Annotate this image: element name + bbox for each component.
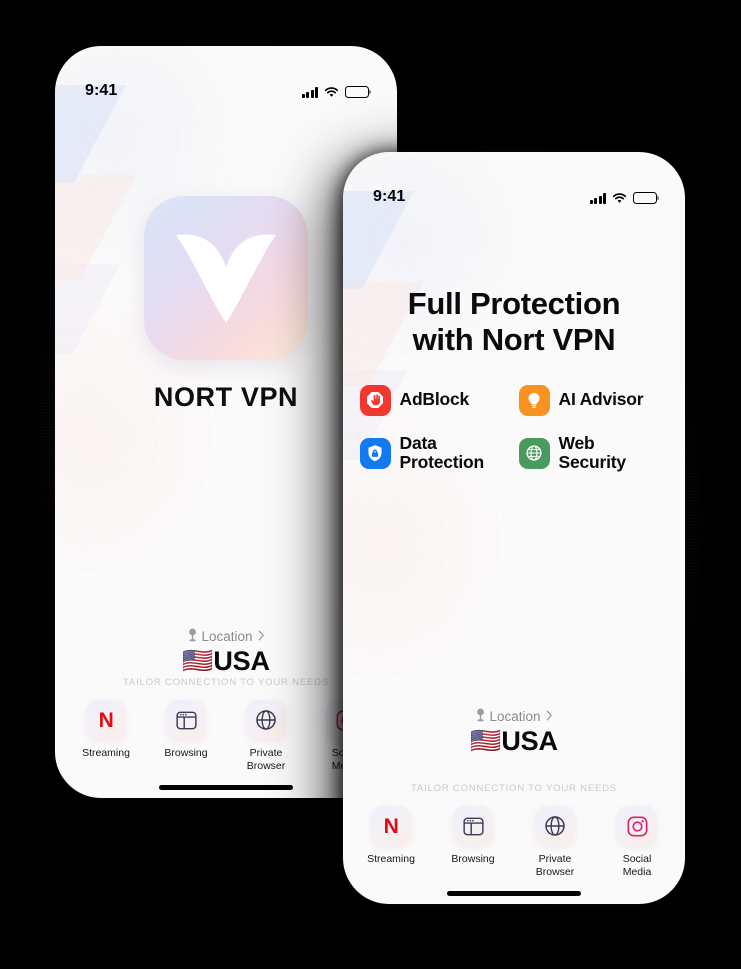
battery-full-icon	[633, 192, 660, 204]
nort-vpn-app-icon[interactable]	[144, 196, 308, 360]
cellular-bars-icon	[590, 193, 606, 204]
shortcut-label: SocialMedia	[622, 853, 652, 879]
status-icon-group	[590, 192, 660, 206]
shortcut-label: Streaming	[82, 747, 130, 760]
shield-lock-icon	[359, 437, 391, 469]
us-flag-icon: 🇺🇸	[470, 727, 502, 756]
feature-ai-advisor[interactable]: AI Advisor	[518, 384, 669, 416]
status-icon-group	[302, 86, 372, 100]
status-time: 9:41	[85, 82, 118, 99]
globe-icon[interactable]	[535, 806, 575, 847]
location-label-row[interactable]: Location	[187, 628, 264, 645]
location-pin-icon	[475, 708, 486, 725]
front-phone-device: 9:41 Full Protection with Nort VPN AdBlo…	[343, 152, 685, 904]
scene-root: 9:41 NORT VPN Location 🇺🇸 USA TAILOR CON…	[0, 0, 741, 969]
feature-adblock[interactable]: AdBlock	[359, 384, 515, 416]
chevron-right-icon[interactable]	[546, 709, 553, 724]
feature-grid: AdBlock AI Advisor Data Protection Web S…	[343, 384, 685, 473]
netflix-n-icon[interactable]: N	[371, 806, 411, 847]
netflix-n-glyph: N	[98, 708, 114, 732]
app-title: NORT VPN	[153, 382, 299, 412]
tray-caption: TAILOR CONNECTION TO YOUR NEEDS	[411, 783, 617, 795]
globe-icon[interactable]	[246, 700, 286, 741]
battery-full-icon	[345, 86, 372, 98]
globe-icon	[518, 437, 550, 469]
front-phone-content: Full Protection with Nort VPN AdBlock AI…	[343, 206, 685, 904]
shortcut-label: Streaming	[367, 853, 415, 866]
location-label: Location	[489, 709, 541, 725]
location-label: Location	[201, 629, 253, 645]
lightbulb-icon	[518, 384, 550, 416]
status-bar: 9:41	[55, 46, 397, 100]
wifi-icon	[324, 87, 339, 98]
location-pin-icon	[187, 628, 198, 645]
status-bar: 9:41	[343, 152, 685, 206]
shortcut-browsing[interactable]: Browsing	[158, 700, 214, 773]
status-time: 9:41	[373, 188, 406, 205]
feature-label: AdBlock	[399, 389, 470, 410]
browser-window-icon[interactable]	[166, 700, 206, 741]
shortcuts-row: N Streaming	[343, 806, 685, 879]
shortcut-label: Private Browser	[246, 747, 286, 773]
stop-hand-icon	[359, 384, 391, 416]
shortcut-browsing[interactable]: Browsing	[445, 806, 501, 879]
headline-line-1: Full Protection	[407, 286, 621, 321]
feature-label: AI Advisor	[558, 389, 644, 410]
feature-label: Web Security	[558, 432, 627, 473]
country-name: USA	[501, 726, 558, 757]
netflix-n-glyph: N	[383, 814, 399, 838]
home-indicator[interactable]	[159, 785, 293, 790]
country-name: USA	[213, 646, 270, 677]
home-indicator[interactable]	[447, 891, 581, 896]
cellular-bars-icon	[302, 87, 318, 98]
shortcut-streaming[interactable]: N Streaming	[78, 700, 134, 773]
shortcut-private-browser[interactable]: Private Browser	[238, 700, 294, 773]
shortcut-label: Private Browser	[535, 853, 575, 879]
location-label-row[interactable]: Location	[475, 708, 552, 725]
shortcut-label: Browsing	[451, 853, 495, 866]
shortcut-streaming[interactable]: N Streaming	[363, 806, 419, 879]
selected-country[interactable]: 🇺🇸 USA	[470, 726, 558, 757]
selected-country[interactable]: 🇺🇸 USA	[182, 646, 270, 677]
feature-label: Data Protection	[399, 432, 485, 473]
shortcuts-tray: TAILOR CONNECTION TO YOUR NEEDS N Stream…	[343, 757, 685, 904]
instagram-icon[interactable]	[617, 806, 657, 847]
shortcut-social-media[interactable]: SocialMedia	[609, 806, 665, 879]
feature-web-security[interactable]: Web Security	[518, 432, 669, 473]
browser-window-icon[interactable]	[453, 806, 493, 847]
shortcut-private-browser[interactable]: Private Browser	[527, 806, 583, 879]
netflix-n-icon[interactable]: N	[86, 700, 126, 741]
headline-line-2: with Nort VPN	[412, 322, 616, 358]
shortcut-label: Browsing	[164, 747, 208, 760]
page-title: Full Protection with Nort VPN	[343, 286, 685, 359]
feature-data-protection[interactable]: Data Protection	[359, 432, 515, 473]
chevron-right-icon[interactable]	[258, 629, 265, 644]
location-section[interactable]: Location 🇺🇸 USA	[343, 708, 685, 757]
front-phone-screen: 9:41 Full Protection with Nort VPN AdBlo…	[343, 152, 685, 904]
us-flag-icon: 🇺🇸	[182, 647, 214, 676]
wifi-icon	[612, 193, 627, 204]
